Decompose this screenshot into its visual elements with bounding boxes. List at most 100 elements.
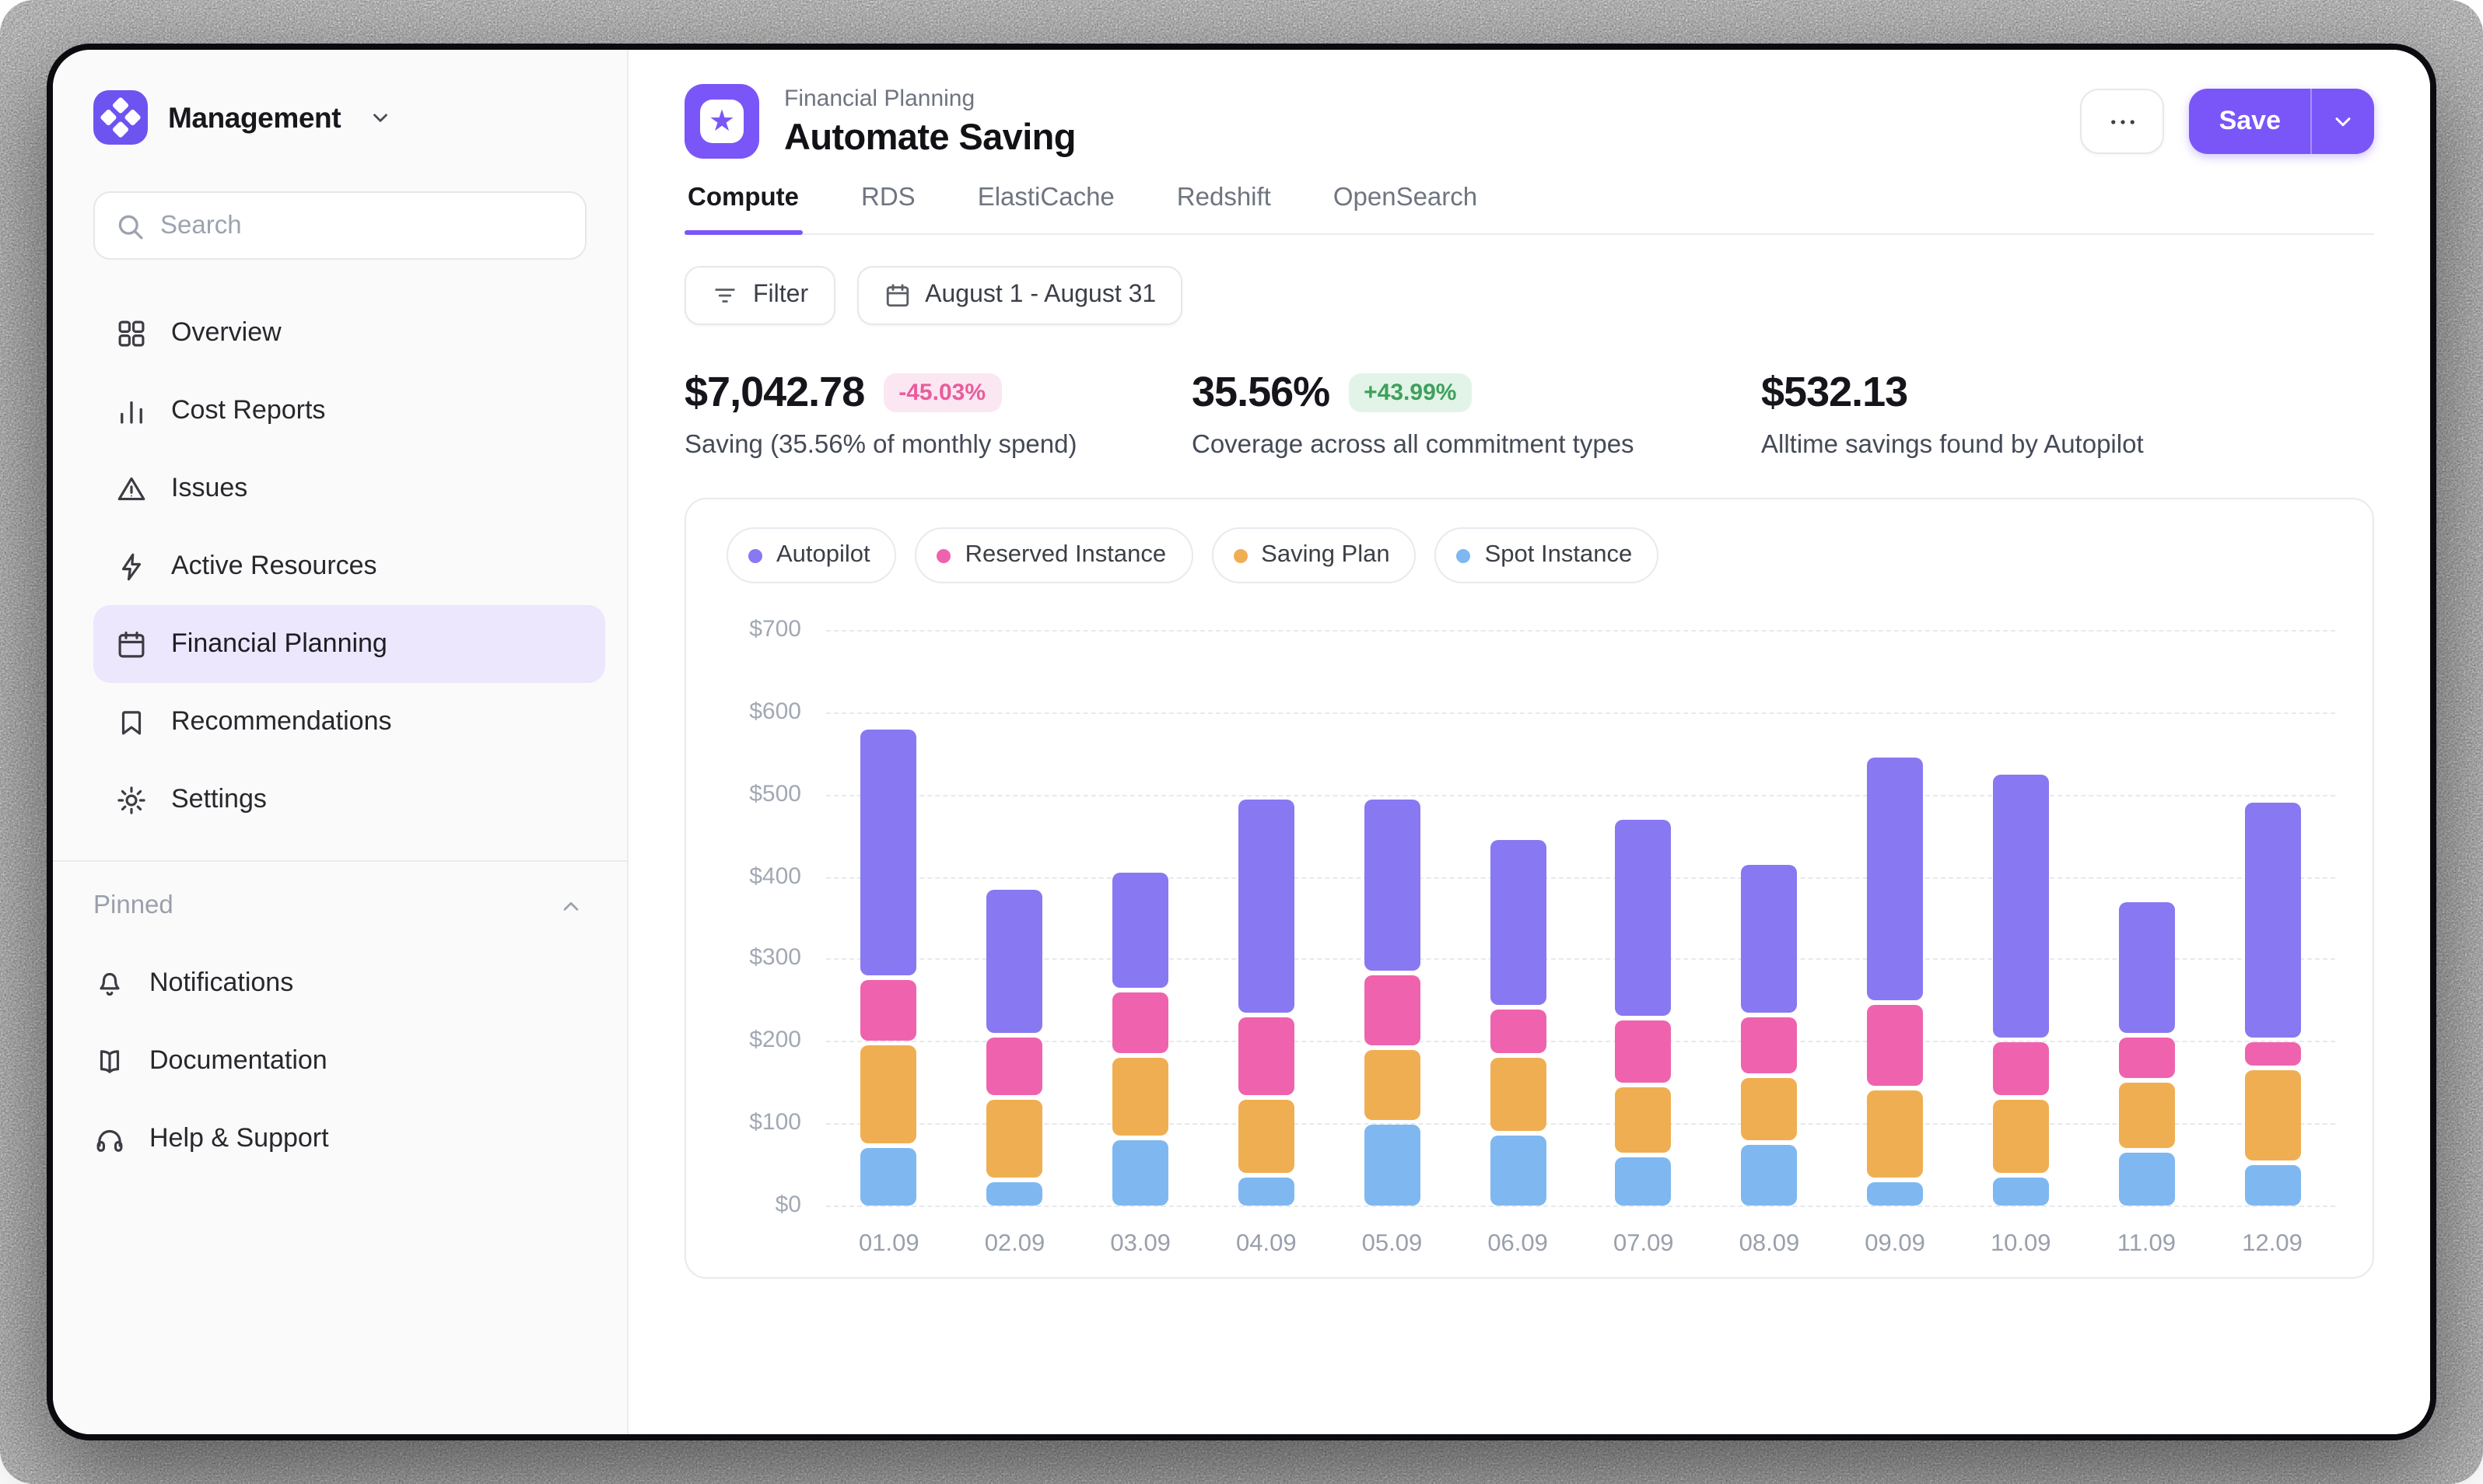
- pinned-label: Pinned: [93, 891, 173, 921]
- bookmark-icon: [115, 705, 148, 738]
- sidebar-item-help-support[interactable]: Help & Support: [93, 1100, 565, 1178]
- bar-segment-spot-instance: [1616, 1157, 1672, 1206]
- sidebar-item-recommendations[interactable]: Recommendations: [93, 683, 605, 761]
- bar-segment-saving-plan: [1112, 1058, 1168, 1136]
- lightning-icon: [115, 550, 148, 583]
- stat-badge-positive: +43.99%: [1348, 373, 1472, 412]
- sidebar-item-label: Documentation: [149, 1045, 327, 1076]
- stat-value: $532.13: [1761, 369, 1907, 417]
- chart-y-axis: $0$100$200$300$400$500$600$700: [727, 630, 801, 1206]
- bar-column: [1203, 630, 1329, 1206]
- main-content: Filter August 1 - August 31 $7,042.78 -4…: [629, 235, 2430, 1434]
- y-tick-label: $200: [727, 1027, 801, 1055]
- legend-chip-spot-instance[interactable]: Spot Instance: [1435, 527, 1659, 583]
- page-title: Automate Saving: [784, 116, 1076, 158]
- bar-column: [1455, 630, 1581, 1206]
- search-input[interactable]: [93, 191, 587, 260]
- legend-dot-icon: [1233, 548, 1247, 562]
- sidebar-item-settings[interactable]: Settings: [93, 761, 605, 838]
- chart-x-labels: 01.0902.0903.0904.0905.0906.0907.0908.09…: [826, 1230, 2335, 1258]
- bar-segment-saving-plan: [1993, 1099, 2049, 1172]
- bar-column: [952, 630, 1078, 1206]
- bar-segment-autopilot: [1112, 873, 1168, 988]
- bar-segment-spot-instance: [1112, 1140, 1168, 1206]
- bar-segment-spot-instance: [1238, 1178, 1294, 1206]
- sidebar-item-issues[interactable]: Issues: [93, 450, 605, 527]
- sidebar-item-cost-reports[interactable]: Cost Reports: [93, 372, 605, 450]
- star-icon: ★: [700, 100, 744, 143]
- bar-segment-saving-plan: [1364, 1050, 1420, 1119]
- bar-segment-reserved-instance: [1993, 1041, 2049, 1094]
- warning-icon: [115, 472, 148, 505]
- screenshot-stage: Management Overview: [0, 0, 2483, 1484]
- bar-segment-reserved-instance: [1867, 1005, 1923, 1087]
- sidebar-item-label: Issues: [171, 473, 247, 504]
- y-tick-label: $600: [727, 698, 801, 726]
- save-button[interactable]: Save: [2190, 89, 2310, 154]
- chevron-down-icon: [364, 101, 397, 134]
- bar-column: [1707, 630, 1833, 1206]
- toolbar: Filter August 1 - August 31: [685, 266, 2374, 325]
- legend-chip-reserved-instance[interactable]: Reserved Instance: [916, 527, 1193, 583]
- pinned-nav: Notifications Documentation Help & Suppo…: [93, 922, 587, 1178]
- date-range-button[interactable]: August 1 - August 31: [856, 266, 1182, 325]
- bar-segment-reserved-instance: [1490, 1009, 1546, 1053]
- tab-compute[interactable]: Compute: [685, 184, 802, 233]
- workspace-switcher[interactable]: Management: [53, 50, 627, 157]
- bar-segment-reserved-instance: [1364, 976, 1420, 1045]
- tab-redshift[interactable]: Redshift: [1174, 184, 1274, 233]
- sidebar-item-overview[interactable]: Overview: [93, 294, 605, 372]
- chevron-up-icon[interactable]: [554, 890, 587, 922]
- stat-value: 35.56%: [1192, 369, 1329, 417]
- legend-dot-icon: [937, 548, 951, 562]
- x-tick-label: 07.09: [1581, 1230, 1707, 1258]
- breadcrumb: Financial Planning: [784, 85, 1076, 111]
- ellipsis-icon: [2107, 105, 2139, 138]
- bar-chart-icon: [115, 394, 148, 427]
- bar-segment-spot-instance: [2118, 1153, 2174, 1206]
- bar-segment-spot-instance: [861, 1149, 917, 1206]
- legend-chip-saving-plan[interactable]: Saving Plan: [1211, 527, 1416, 583]
- sidebar-item-label: Overview: [171, 317, 282, 348]
- stat-coverage: 35.56% +43.99% Coverage across all commi…: [1192, 369, 1761, 460]
- stat-caption: Saving (35.56% of monthly spend): [685, 431, 1192, 460]
- bar-segment-reserved-instance: [861, 980, 917, 1041]
- app-logo: [93, 90, 148, 145]
- more-options-button[interactable]: [2081, 89, 2165, 154]
- save-dropdown-button[interactable]: [2312, 89, 2374, 154]
- tab-elasticache[interactable]: ElastiCache: [975, 184, 1118, 233]
- bar-segment-autopilot: [2118, 902, 2174, 1033]
- y-tick-label: $400: [727, 863, 801, 891]
- filter-button[interactable]: Filter: [685, 266, 835, 325]
- x-tick-label: 08.09: [1707, 1230, 1833, 1258]
- stat-caption: Alltime savings found by Autopilot: [1761, 431, 2144, 460]
- gridline: [826, 1206, 2335, 1207]
- bar-segment-saving-plan: [1490, 1058, 1546, 1131]
- sidebar-item-notifications[interactable]: Notifications: [93, 944, 565, 1022]
- legend-chip-autopilot[interactable]: Autopilot: [727, 527, 897, 583]
- bar-segment-spot-instance: [1993, 1178, 2049, 1206]
- y-tick-label: $300: [727, 945, 801, 973]
- sidebar-item-financial-planning[interactable]: Financial Planning: [93, 605, 605, 683]
- bar-segment-spot-instance: [1490, 1136, 1546, 1206]
- bar-segment-saving-plan: [861, 1046, 917, 1144]
- book-icon: [93, 1045, 126, 1077]
- grid-icon: [115, 317, 148, 349]
- bar-column: [826, 630, 952, 1206]
- sidebar-item-documentation[interactable]: Documentation: [93, 1022, 565, 1100]
- bar-segment-saving-plan: [1741, 1079, 1797, 1140]
- x-tick-label: 12.09: [2209, 1230, 2335, 1258]
- sidebar-item-active-resources[interactable]: Active Resources: [93, 527, 605, 605]
- bar-segment-autopilot: [1867, 758, 1923, 1000]
- chart-legend: Autopilot Reserved Instance Saving Plan: [727, 527, 2335, 583]
- tab-rds[interactable]: RDS: [858, 184, 919, 233]
- tab-opensearch[interactable]: OpenSearch: [1330, 184, 1480, 233]
- search-box: [93, 191, 587, 260]
- legend-label: Spot Instance: [1485, 541, 1633, 569]
- legend-label: Autopilot: [776, 541, 870, 569]
- legend-dot-icon: [1457, 548, 1471, 562]
- bar-segment-saving-plan: [2244, 1070, 2300, 1160]
- headphones-icon: [93, 1122, 126, 1155]
- legend-dot-icon: [748, 548, 762, 562]
- app-window: Management Overview: [47, 44, 2436, 1440]
